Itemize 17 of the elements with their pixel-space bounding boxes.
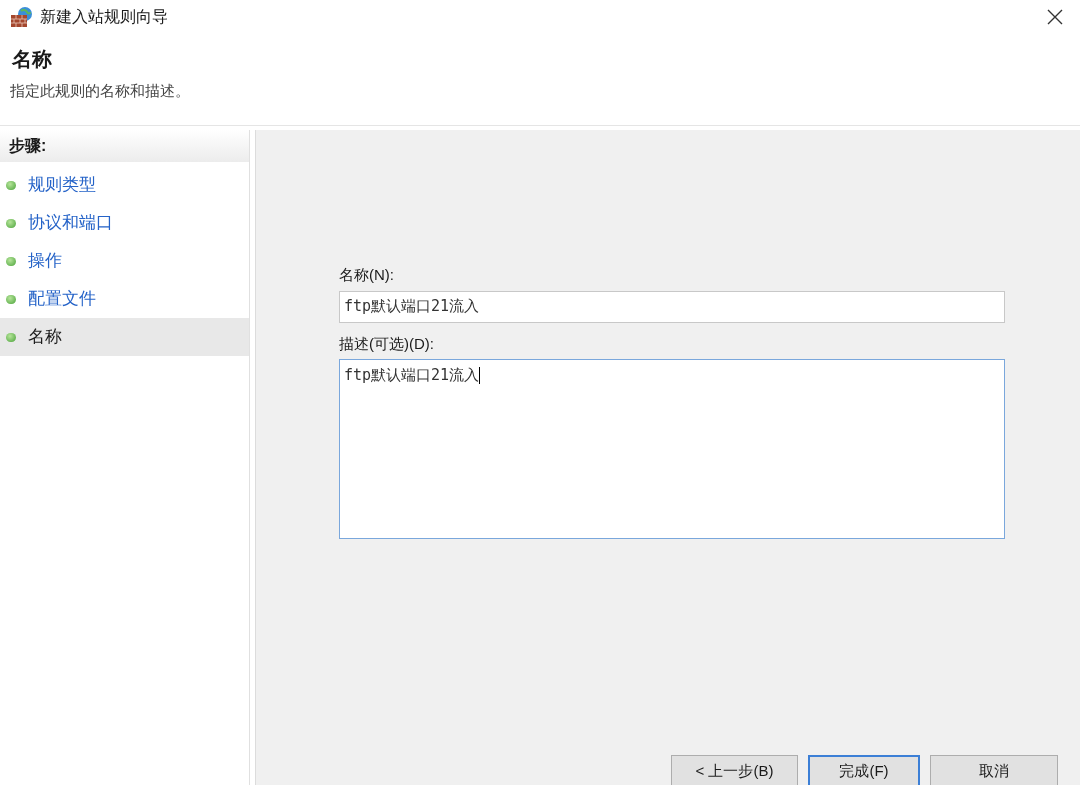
wizard-button[interactable]: 完成(F): [808, 755, 920, 785]
step-item[interactable]: 名称: [0, 318, 249, 356]
name-input-field[interactable]: ftp默认端口21流入: [339, 290, 1005, 323]
firewall-globe-icon: [10, 6, 34, 28]
field-label: 描述(可选)(D):: [339, 333, 435, 354]
wizard-button[interactable]: < 上一步(B): [671, 755, 798, 785]
description-input-field[interactable]: ftp默认端口21流入: [339, 359, 1005, 539]
step-item[interactable]: 操作: [0, 242, 249, 280]
field-label: 名称(N):: [339, 265, 395, 285]
step-item[interactable]: 规则类型: [0, 166, 249, 204]
page-subtitle: 指定此规则的名称和描述。: [10, 81, 191, 101]
close-icon: [1047, 9, 1063, 25]
wizard-button[interactable]: 取消: [930, 755, 1058, 785]
step-item[interactable]: 协议和端口: [0, 204, 249, 242]
page-title: 名称: [11, 47, 53, 72]
step-item[interactable]: 配置文件: [0, 280, 249, 318]
window-title: 新建入站规则向导: [40, 7, 168, 27]
